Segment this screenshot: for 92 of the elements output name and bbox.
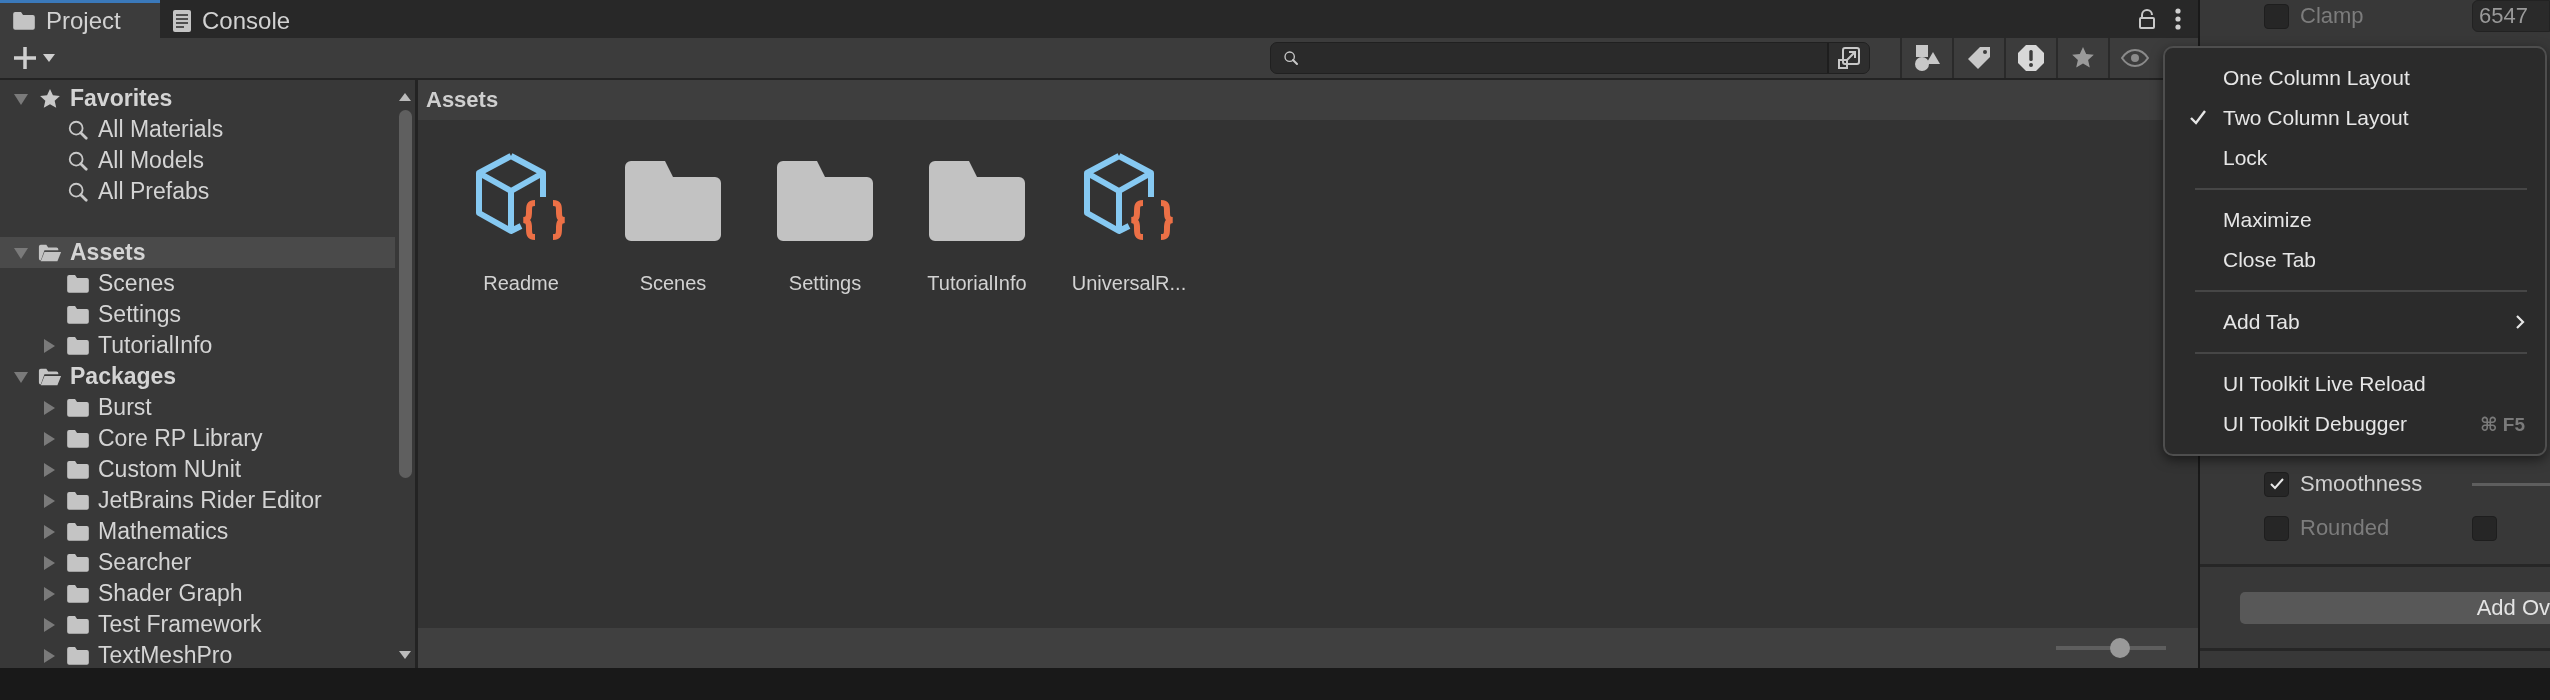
menu-item[interactable]: UI Toolkit Live Reload <box>2165 364 2545 404</box>
tree-item[interactable]: Custom NUnit <box>0 454 395 485</box>
tree-item[interactable]: Test Framework <box>0 609 395 640</box>
asset-item[interactable]: Settings <box>750 146 900 295</box>
tree-item[interactable]: Burst <box>0 392 395 423</box>
folder-icon <box>66 614 90 635</box>
expand-arrow-icon[interactable] <box>41 554 57 571</box>
folder-icon <box>777 161 873 241</box>
folder-icon <box>929 161 1025 241</box>
tree-item[interactable]: Settings <box>0 299 395 330</box>
breadcrumb[interactable]: Assets <box>426 87 499 113</box>
expand-arrow-icon[interactable] <box>41 399 57 416</box>
asset-item[interactable]: UniversalR... <box>1054 146 1204 295</box>
menu-item[interactable]: Maximize <box>2165 200 2545 240</box>
expand-arrow-icon[interactable] <box>41 585 57 602</box>
kebab-menu-icon[interactable] <box>2174 8 2182 30</box>
menu-item[interactable]: UI Toolkit Debugger ⌘ F5 <box>2165 404 2545 444</box>
scroll-up-icon[interactable] <box>398 92 412 102</box>
star-icon <box>2071 46 2095 70</box>
tree-item[interactable]: Shader Graph <box>0 578 395 609</box>
open-folder-icon <box>38 242 62 263</box>
search-icon <box>67 149 89 172</box>
folder-icon <box>66 521 90 542</box>
search-icon <box>67 118 89 141</box>
checkbox-label: Clamp <box>2300 3 2365 29</box>
expand-icon <box>1837 46 1861 70</box>
folder-icon <box>66 583 90 604</box>
eye-icon <box>2121 49 2149 67</box>
folder-icon <box>66 428 90 449</box>
asset-item[interactable]: TutorialInfo <box>902 146 1052 295</box>
expand-arrow-icon[interactable] <box>41 616 57 633</box>
tree-item[interactable]: TutorialInfo <box>0 330 395 361</box>
slider-thumb[interactable] <box>2109 638 2130 658</box>
expand-arrow-icon[interactable] <box>41 337 57 354</box>
add-override-button[interactable]: Add Ov <box>2240 591 2550 624</box>
folder-icon <box>66 304 90 325</box>
search-icon <box>67 180 89 203</box>
chevron-right-icon <box>2515 314 2525 330</box>
folder-icon <box>66 273 90 294</box>
tree-item[interactable]: JetBrains Rider Editor <box>0 485 395 516</box>
menu-item[interactable]: Add Tab <box>2165 302 2545 342</box>
shapes-icon <box>1913 44 1941 72</box>
tree-item[interactable]: Core RP Library <box>0 423 395 454</box>
expand-arrow-icon[interactable] <box>41 430 57 447</box>
tab[interactable]: Project <box>0 0 160 38</box>
tree-item[interactable]: Favorites <box>0 83 395 114</box>
folder-icon <box>66 552 90 573</box>
expand-arrow-icon[interactable] <box>41 523 57 540</box>
folder-icon <box>66 335 90 356</box>
caret-icon <box>42 53 56 63</box>
folder-icon <box>66 397 90 418</box>
tree-item[interactable]: Mathematics <box>0 516 395 547</box>
folder-icon <box>66 459 90 480</box>
checkbox[interactable] <box>2264 471 2289 497</box>
shortcut-label: ⌘ F5 <box>2479 412 2525 436</box>
search-icon <box>1283 50 1299 66</box>
tree-item[interactable]: All Prefabs <box>0 176 395 207</box>
console-icon <box>172 8 192 33</box>
menu-item[interactable]: Lock <box>2165 138 2545 178</box>
scroll-down-icon[interactable] <box>398 650 412 660</box>
star-icon <box>39 87 61 110</box>
plus-icon <box>12 45 38 71</box>
checkbox-label: Smoothness <box>2300 471 2424 497</box>
expand-arrow-icon[interactable] <box>41 492 57 509</box>
search-field[interactable] <box>1270 42 1870 74</box>
open-folder-icon <box>38 366 62 387</box>
folder-icon <box>12 10 36 31</box>
tag-icon <box>1966 45 1992 71</box>
tree-item[interactable]: Searcher <box>0 547 395 578</box>
menu-item[interactable]: Two Column Layout <box>2165 98 2545 138</box>
menu-item[interactable]: Close Tab <box>2165 240 2545 280</box>
tree-item[interactable]: All Models <box>0 145 395 176</box>
checkmark-icon <box>2268 477 2285 491</box>
folder-icon <box>66 645 90 666</box>
expand-arrow-icon[interactable] <box>41 461 57 478</box>
checkbox-label: Rounded <box>2300 515 2391 541</box>
asset-item[interactable]: Readme <box>446 146 596 295</box>
tree-item[interactable]: All Materials <box>0 114 395 145</box>
lock-icon[interactable] <box>2138 9 2156 29</box>
tree-item[interactable]: Scenes <box>0 268 395 299</box>
tree-item[interactable]: Packages <box>0 361 395 392</box>
checkmark-icon <box>2189 110 2207 126</box>
tree-item[interactable]: Assets <box>0 237 395 268</box>
folder-icon <box>625 161 721 241</box>
search-window-button[interactable] <box>1827 43 1869 73</box>
slider-track[interactable] <box>2472 482 2550 486</box>
asset-item[interactable]: Scenes <box>598 146 748 295</box>
alert-icon <box>2017 44 2045 72</box>
menu-item[interactable]: One Column Layout <box>2165 58 2545 98</box>
expand-arrow-icon[interactable] <box>41 647 57 664</box>
folder-icon <box>66 490 90 511</box>
tree-item[interactable]: TextMeshPro <box>0 640 395 668</box>
